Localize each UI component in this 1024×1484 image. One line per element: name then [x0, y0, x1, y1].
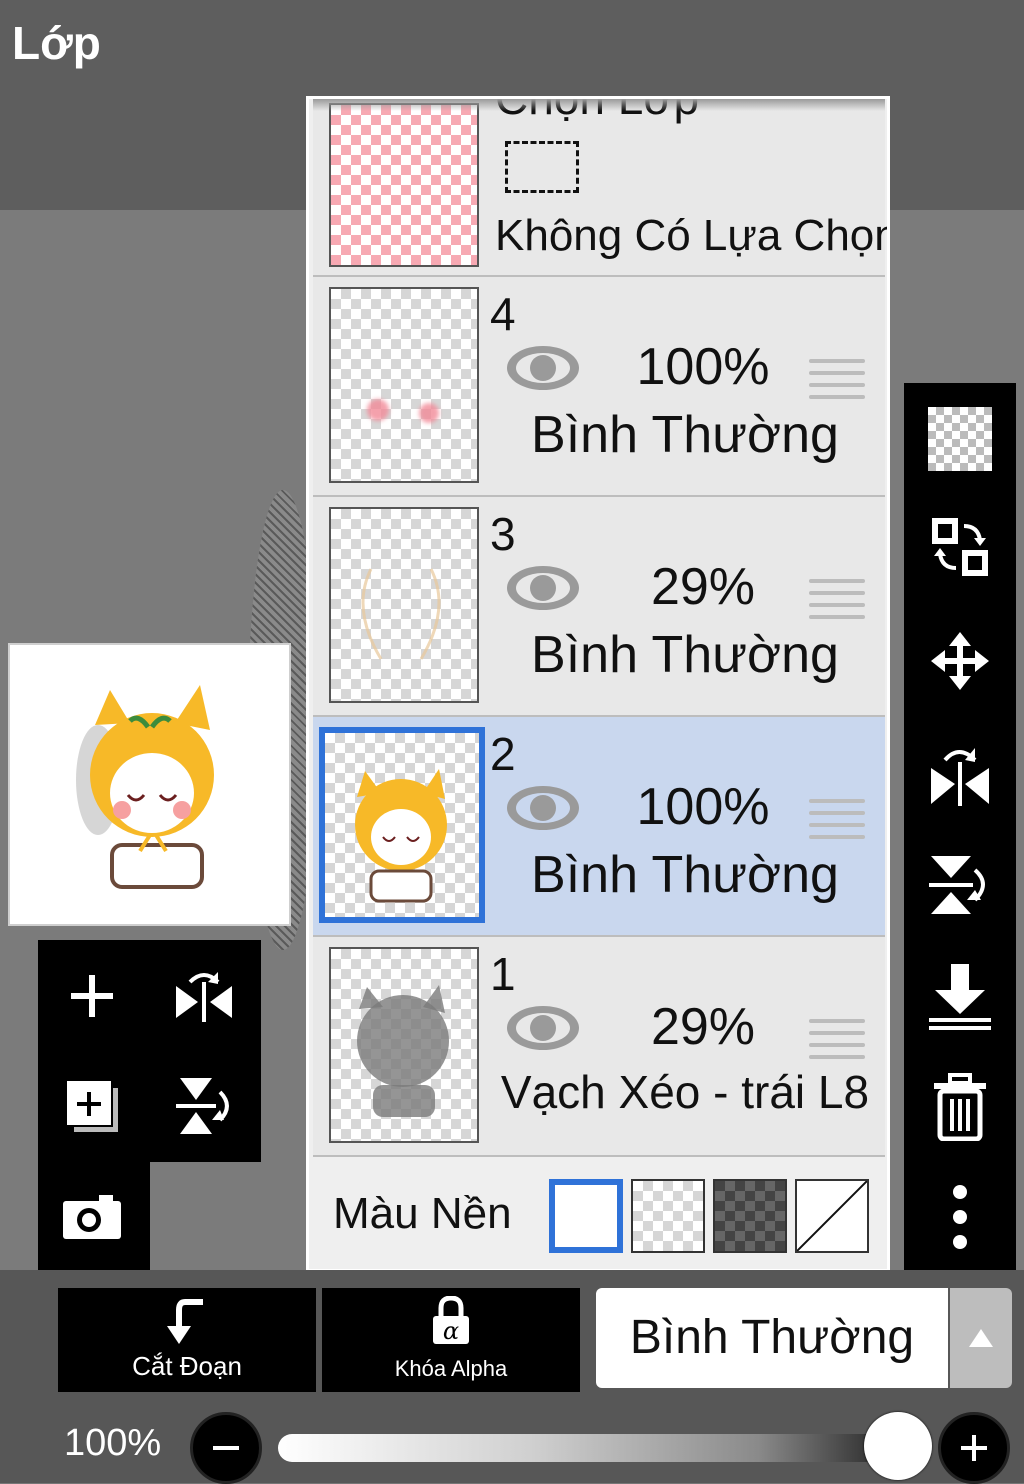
layer-row[interactable]: 1 29% Vạch Xéo - trái L8 — [313, 937, 885, 1157]
merge-down-button[interactable] — [920, 957, 1000, 1037]
move-icon — [931, 632, 989, 690]
selection-status: Không Có Lựa Chọn — [495, 211, 890, 260]
eye-icon — [507, 346, 579, 390]
layer-opacity: 100% — [636, 778, 770, 836]
camera-button[interactable] — [52, 1176, 132, 1256]
flip-horizontal-icon — [176, 972, 232, 1022]
more-icon — [953, 1185, 967, 1249]
flip-vertical-icon — [176, 1078, 229, 1134]
layer-row[interactable]: 4 100% Bình Thường — [313, 277, 885, 497]
visibility-toggle[interactable] — [505, 343, 581, 398]
blend-mode-select[interactable]: Bình Thường — [596, 1288, 948, 1388]
layer-number: 1 — [490, 948, 516, 1000]
right-toolbar — [904, 383, 1016, 1273]
layer-thumbnail — [319, 727, 485, 923]
add-copy-layer-button[interactable] — [52, 1066, 132, 1146]
bg-option-none[interactable] — [795, 1179, 869, 1253]
background-color-row: Màu Nền — [313, 1163, 885, 1269]
alpha-lock-button[interactable]: α Khóa Alpha — [322, 1288, 580, 1392]
none-icon — [796, 1180, 868, 1252]
drag-handle-icon[interactable] — [809, 1019, 865, 1067]
eye-icon — [507, 566, 579, 610]
merge-down-icon — [929, 964, 991, 1030]
eye-icon — [507, 786, 579, 830]
drag-handle-icon[interactable] — [809, 579, 865, 627]
trash-icon — [934, 1073, 986, 1141]
flip-vertical-layer-button[interactable] — [164, 1066, 244, 1146]
swap-button[interactable] — [920, 507, 1000, 587]
opacity-slider[interactable] — [278, 1434, 918, 1462]
transparency-button[interactable] — [920, 399, 1000, 479]
drag-handle-icon[interactable] — [809, 799, 865, 847]
decrease-button[interactable] — [190, 1412, 262, 1484]
move-button[interactable] — [920, 621, 1000, 701]
flip-vertical-button[interactable] — [920, 845, 1000, 925]
layer-number: 4 — [490, 288, 516, 340]
layer-opacity: 29% — [650, 558, 756, 616]
layer-blend-mode: Bình Thường — [531, 846, 839, 904]
visibility-toggle[interactable] — [505, 783, 581, 838]
character-shadow-thumbnail — [357, 985, 449, 1117]
clip-arrow-icon — [167, 1299, 203, 1344]
layer-opacity: 29% — [650, 998, 756, 1056]
left-toolbar-lower — [38, 1160, 150, 1272]
minus-icon — [213, 1446, 239, 1450]
layer-panel: Chọn Lớp Không Có Lựa Chọn 4 100% Bình T… — [306, 96, 890, 1272]
layer-blend-mode: Vạch Xéo - trái L8 — [500, 1066, 870, 1118]
selection-layer-row[interactable]: Chọn Lớp Không Có Lựa Chọn — [313, 99, 887, 277]
selection-marquee-icon — [505, 141, 579, 193]
add-layer-button[interactable] — [52, 956, 132, 1036]
flip-horizontal-button[interactable] — [920, 733, 1000, 813]
clip-label: Cắt Đoạn — [132, 1351, 242, 1381]
bottom-bar: Cắt Đoạn α Khóa Alpha Bình Thường 100% — [0, 1270, 1024, 1484]
layer-blend-mode: Bình Thường — [531, 626, 839, 684]
bg-option-transparent-dark[interactable] — [713, 1179, 787, 1253]
bg-option-transparent-light[interactable] — [631, 1179, 705, 1253]
increase-button[interactable] — [938, 1412, 1010, 1484]
background-color-label: Màu Nền — [333, 1189, 512, 1238]
drag-handle-icon[interactable] — [809, 359, 865, 407]
layer-row[interactable]: 3 29% Bình Thường — [313, 497, 885, 717]
layer-thumbnail — [329, 507, 479, 703]
camera-icon — [63, 1195, 121, 1239]
flip-vertical-icon — [929, 856, 985, 914]
left-toolbar — [38, 940, 261, 1162]
bg-option-white[interactable] — [549, 1179, 623, 1253]
selection-thumbnail — [329, 103, 479, 267]
layer-thumbnail — [329, 287, 479, 483]
plus-icon — [71, 975, 113, 1017]
transparency-icon — [928, 407, 992, 471]
alpha-lock-label: Khóa Alpha — [394, 1356, 508, 1381]
layer-blend-mode: Bình Thường — [531, 406, 839, 464]
slider-handle[interactable] — [864, 1412, 932, 1480]
clip-button[interactable]: Cắt Đoạn — [58, 1288, 316, 1392]
swap-icon — [932, 518, 988, 576]
character-artwork — [76, 685, 214, 889]
lock-icon: α — [433, 1295, 469, 1345]
character-thumbnail — [355, 769, 447, 903]
visibility-toggle[interactable] — [505, 563, 581, 618]
canvas-preview — [8, 643, 291, 926]
layer-opacity: 100% — [636, 338, 770, 396]
svg-text:α: α — [443, 1317, 459, 1345]
plus-icon — [961, 1435, 987, 1461]
layer-number: 3 — [490, 508, 516, 560]
eye-icon — [507, 1006, 579, 1050]
layer-thumbnail — [329, 947, 479, 1143]
blend-mode-dropdown-toggle[interactable] — [950, 1288, 1012, 1388]
flip-horizontal-icon — [931, 748, 989, 806]
delete-layer-button[interactable] — [920, 1067, 1000, 1147]
opacity-value: 100% — [64, 1422, 162, 1464]
more-options-button[interactable] — [920, 1177, 1000, 1257]
caret-up-icon — [969, 1329, 993, 1347]
layer-number: 2 — [490, 728, 516, 780]
visibility-toggle[interactable] — [505, 1003, 581, 1058]
page-title: Lớp — [12, 17, 101, 69]
layer-row-selected[interactable]: 2 100% Bình Thường — [313, 717, 885, 937]
add-layer-icon — [65, 1079, 118, 1132]
flip-horizontal-layer-button[interactable] — [164, 956, 244, 1036]
